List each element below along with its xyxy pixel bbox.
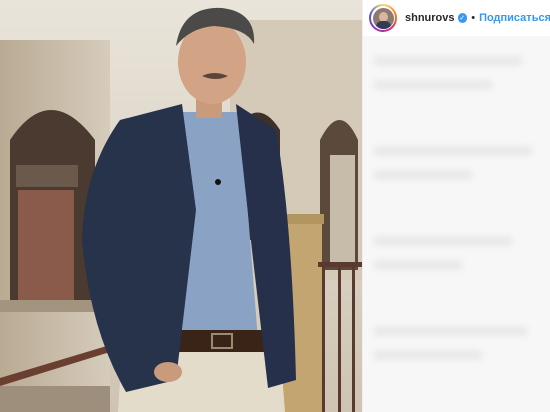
blurred-line <box>373 350 483 360</box>
instagram-post: shnurovs ✓ • Подписаться <box>0 0 550 412</box>
blurred-comments-area <box>363 36 550 412</box>
avatar-photo <box>372 7 394 29</box>
post-side-panel: shnurovs ✓ • Подписаться <box>362 0 550 412</box>
blurred-line <box>373 260 463 270</box>
author-username[interactable]: shnurovs <box>405 12 455 24</box>
blurred-line <box>373 56 523 66</box>
post-photo[interactable] <box>0 0 362 412</box>
post-header: shnurovs ✓ • Подписаться <box>363 0 550 36</box>
blurred-line <box>373 326 528 336</box>
verified-badge-icon: ✓ <box>457 13 468 23</box>
blurred-line <box>373 146 533 156</box>
blurred-line <box>373 80 493 90</box>
avatar-ring <box>371 6 395 30</box>
follow-button[interactable]: Подписаться <box>479 12 550 24</box>
blurred-line <box>373 236 513 246</box>
header-separator: • <box>471 12 476 24</box>
photo-illustration <box>0 0 362 412</box>
author-avatar[interactable] <box>369 4 397 32</box>
blurred-line <box>373 170 473 180</box>
avatar-body <box>375 20 391 29</box>
